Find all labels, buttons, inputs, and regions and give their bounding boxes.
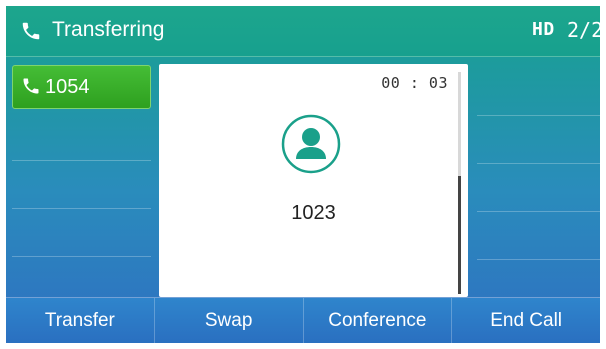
line-keys-right xyxy=(477,64,600,307)
line-key-empty[interactable] xyxy=(12,113,151,161)
page-indicator: 2/2 xyxy=(567,18,600,42)
phone-icon xyxy=(23,78,39,94)
phone-screen: Transferring HD 2/2 1054 00 : 03 1023 Tr… xyxy=(6,6,600,343)
line-key-empty[interactable] xyxy=(477,164,600,212)
line-keys-left: 1054 xyxy=(12,64,151,304)
transfer-button[interactable]: Transfer xyxy=(6,298,155,343)
line-key-empty[interactable] xyxy=(12,161,151,209)
remote-party-number: 1023 xyxy=(291,202,336,224)
line-key-empty[interactable] xyxy=(477,212,600,260)
line-key-empty[interactable] xyxy=(12,209,151,257)
scrollbar-thumb[interactable] xyxy=(458,176,461,294)
phone-icon xyxy=(22,22,40,40)
call-timer: 00 : 03 xyxy=(381,74,448,92)
call-status-title: Transferring xyxy=(52,18,165,41)
user-icon xyxy=(281,114,341,174)
hd-badge: HD xyxy=(532,19,555,40)
swap-button[interactable]: Swap xyxy=(155,298,304,343)
line-key-empty[interactable] xyxy=(477,116,600,164)
title-bar: Transferring HD 2/2 xyxy=(6,6,600,57)
line-key-1054[interactable]: 1054 xyxy=(12,65,151,109)
end-call-button[interactable]: End Call xyxy=(452,298,600,343)
line-key-empty[interactable] xyxy=(477,64,600,116)
call-card: 00 : 03 1023 xyxy=(159,64,468,297)
softkey-bar: Transfer Swap Conference End Call xyxy=(6,297,600,343)
conference-button[interactable]: Conference xyxy=(304,298,453,343)
line-key-label: 1054 xyxy=(45,76,90,98)
